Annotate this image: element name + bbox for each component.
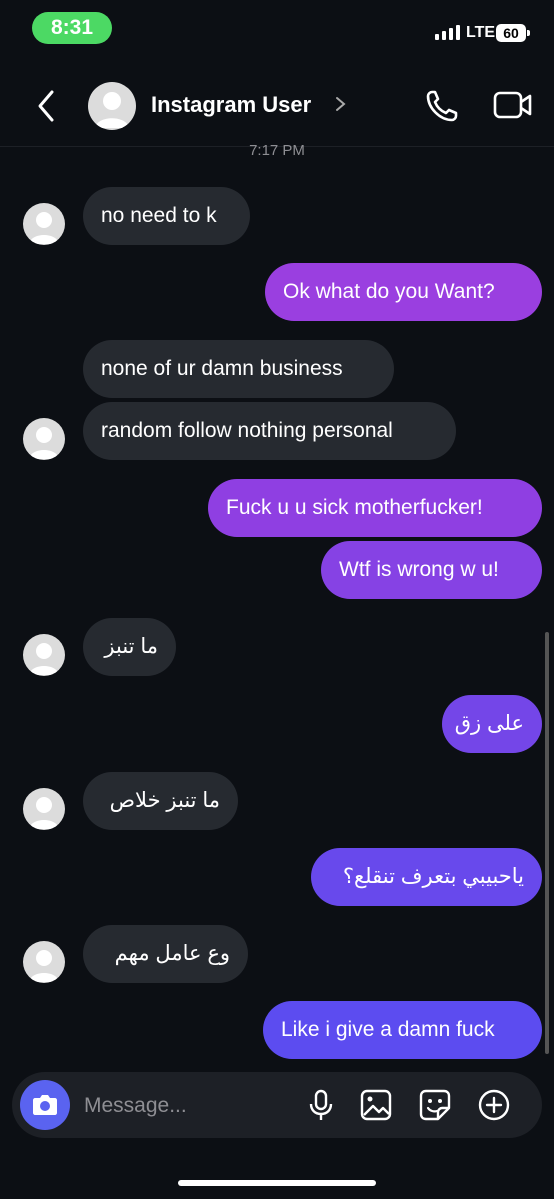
message-bubble-incoming[interactable]: no need to k: [83, 187, 250, 245]
message-bubble-outgoing[interactable]: على زق: [442, 695, 542, 753]
message-bubble-incoming[interactable]: ما تنبز: [83, 618, 176, 676]
message-bubble-outgoing[interactable]: ياحبيبي بتعرف تنقلع؟: [311, 848, 542, 906]
sender-avatar[interactable]: [23, 418, 65, 460]
call-button[interactable]: [422, 86, 462, 126]
chevron-right-icon[interactable]: [334, 94, 348, 114]
phone-icon: [426, 90, 458, 122]
sticker-icon: [419, 1089, 451, 1121]
message-bubble-outgoing[interactable]: Wtf is wrong w u!: [321, 541, 542, 599]
camera-icon: [33, 1095, 57, 1115]
video-call-button[interactable]: [492, 88, 534, 124]
camera-button[interactable]: [20, 1080, 70, 1130]
contact-avatar[interactable]: [88, 82, 136, 130]
signal-icon: [435, 25, 460, 40]
image-icon: [360, 1089, 392, 1121]
message-bubble-outgoing[interactable]: Like i give a damn fuck: [263, 1001, 542, 1059]
sender-avatar[interactable]: [23, 788, 65, 830]
message-timestamp: 7:17 PM: [249, 142, 305, 159]
chat-header: Instagram User: [0, 70, 554, 147]
contact-name[interactable]: Instagram User: [151, 92, 311, 118]
message-bubble-incoming[interactable]: none of ur damn business: [83, 340, 394, 398]
more-options-button[interactable]: [477, 1088, 511, 1122]
message-bubble-incoming[interactable]: وع عامل مهم: [83, 925, 248, 983]
video-camera-icon: [493, 91, 532, 119]
sender-avatar[interactable]: [23, 203, 65, 245]
back-button[interactable]: [30, 86, 64, 126]
message-bubble-incoming[interactable]: random follow nothing personal: [83, 402, 456, 460]
sender-avatar[interactable]: [23, 634, 65, 676]
sticker-button[interactable]: [418, 1088, 452, 1122]
microphone-icon: [309, 1089, 333, 1120]
status-time: 8:31: [32, 12, 112, 44]
battery-icon: [527, 30, 530, 36]
message-bubble-incoming[interactable]: ما تنبز خلاص: [83, 772, 238, 830]
back-arrow-icon: [38, 90, 54, 122]
message-composer: [12, 1072, 542, 1138]
sender-avatar[interactable]: [23, 941, 65, 983]
status-bar: 8:31 LTE 60: [0, 0, 554, 58]
network-type: LTE: [466, 24, 496, 41]
scrollbar[interactable]: [545, 632, 549, 1054]
voice-message-button[interactable]: [304, 1088, 338, 1122]
message-bubble-outgoing[interactable]: Fuck u u sick motherfucker!: [208, 479, 542, 537]
gallery-button[interactable]: [359, 1088, 393, 1122]
message-bubble-outgoing[interactable]: Ok what do you Want?: [265, 263, 542, 321]
battery-level: 60: [496, 24, 526, 42]
message-input[interactable]: [82, 1082, 286, 1130]
home-indicator[interactable]: [178, 1180, 376, 1186]
plus-circle-icon: [478, 1089, 510, 1121]
